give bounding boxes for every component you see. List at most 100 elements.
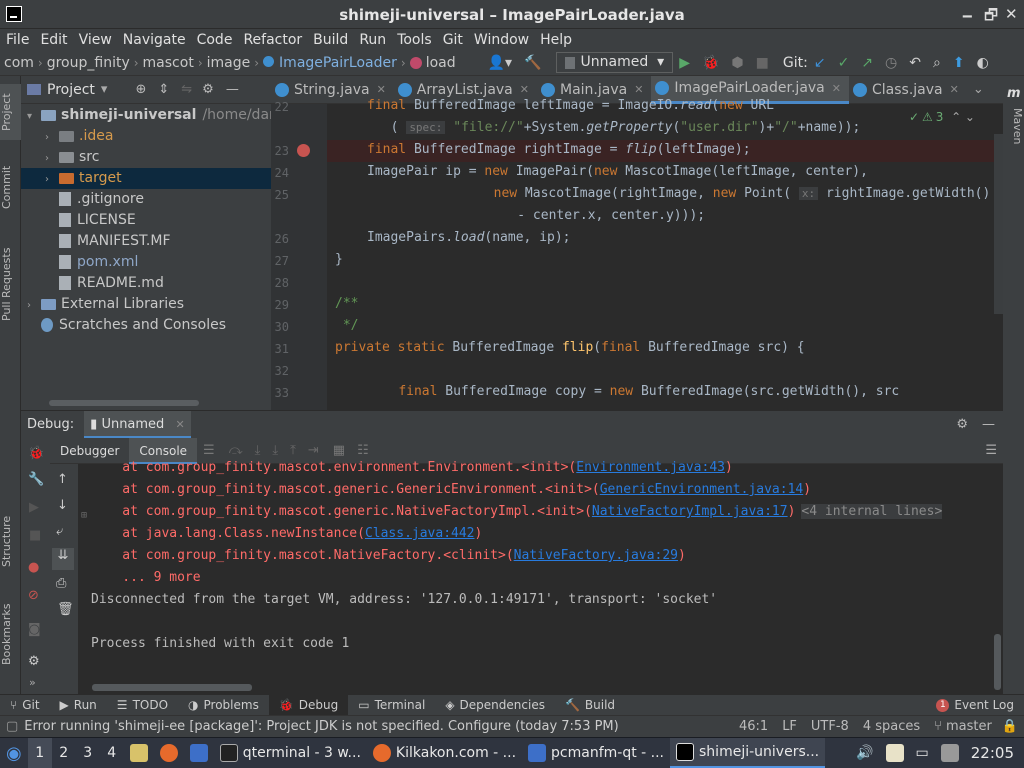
task-firefox[interactable]: Kilkakon.com - ... [367,738,522,768]
clipboard-icon[interactable] [880,738,910,768]
gear-icon[interactable]: ⚙ [202,82,214,97]
close-tab-icon[interactable]: ✕ [634,83,643,96]
tab-class-java[interactable]: Class.java ✕ [849,76,967,104]
side-tab-pull-requests[interactable]: Pull Requests [0,234,21,334]
run-icon[interactable]: ▶ [679,55,690,71]
trace-icon[interactable]: ☷ [357,443,369,458]
gear-icon[interactable]: ⚙ [956,417,968,432]
coverage-icon[interactable]: ⬢ [731,55,743,71]
soft-wrap-icon[interactable]: ⤶ [56,524,63,539]
chevron-down-icon[interactable]: ▾ [101,82,108,97]
menu-file[interactable]: File [6,32,29,48]
file-encoding[interactable]: UTF-8 [811,719,849,734]
line-separator[interactable]: LF [782,719,797,734]
side-tab-maven[interactable]: Maven [1003,104,1024,148]
project-tree-item[interactable]: › target [21,168,271,189]
breadcrumb-image[interactable]: image [207,55,251,71]
mute-breakpoints-icon[interactable]: ⊘ [28,588,39,603]
step-out-icon[interactable]: ⤒ [290,443,296,458]
menu-git[interactable]: Git [443,32,463,48]
start-menu-icon[interactable]: ◉ [0,738,28,768]
expand-arrow-icon[interactable]: › [45,148,59,169]
notification-icon[interactable] [935,738,965,768]
debug-session-tab[interactable]: ▮ Unnamed ✕ [84,410,191,439]
locate-icon[interactable]: ⊕ [135,82,146,97]
stacktrace-link[interactable]: Environment.java:43 [576,460,725,475]
volume-icon[interactable]: 🔊 [850,738,879,768]
evaluate-icon[interactable]: ▦ [333,443,345,458]
menu-tools[interactable]: Tools [397,32,432,48]
layout-icon[interactable]: ☰ [203,443,215,458]
menu-run[interactable]: Run [359,32,386,48]
status-message[interactable]: Error running 'shimeji-ee [package]': Pr… [24,719,724,734]
project-tree-item[interactable]: .gitignore [21,189,271,210]
rerun-bug-icon[interactable]: 🐞 [28,446,44,461]
step-over-icon[interactable]: ⤼ [229,443,243,458]
breadcrumb-mascot[interactable]: mascot [143,55,194,71]
view-breakpoints-icon[interactable]: ● [28,560,39,575]
tool-todo[interactable]: ☰ TODO [107,695,178,716]
close-icon[interactable]: ✕ [1005,5,1018,23]
tab-list-chevron-icon[interactable]: ⌄ [973,82,984,97]
stop-icon[interactable]: ■ [756,55,769,71]
tool-problems[interactable]: ◑ Problems [178,695,269,716]
close-tab-icon[interactable]: ✕ [520,83,529,96]
file-manager-launcher-icon[interactable] [124,738,154,768]
debug-bug-icon[interactable]: 🐞 [702,55,719,71]
project-tree-item[interactable]: pom.xml [21,252,271,273]
git-commit-icon[interactable]: ✓ [838,55,850,71]
menu-view[interactable]: View [79,32,112,48]
project-tree-item[interactable]: README.md [21,273,271,294]
stacktrace-link[interactable]: GenericEnvironment.java:14 [600,482,804,497]
workspace-2[interactable]: 2 [52,738,76,768]
breadcrumb-group-finity[interactable]: group_finity [47,55,130,71]
history-icon[interactable]: ◷ [885,55,897,71]
run-config-select[interactable]: Unnamed ▾ [555,52,674,73]
tool-git[interactable]: ⑂ Git [0,695,50,716]
tool-terminal[interactable]: ▭ Terminal [348,695,435,716]
run-to-cursor-icon[interactable]: ⇥ [308,443,319,458]
stacktrace-link[interactable]: Class.java:442 [365,526,475,541]
git-branch[interactable]: master [946,719,992,734]
pause-icon[interactable]: ■ [29,528,41,543]
console-vscrollbar[interactable] [994,634,1001,690]
collapse-icon[interactable]: ⇋ [181,82,192,97]
menu-help[interactable]: Help [540,32,572,48]
firefox-launcher-icon[interactable] [154,738,184,768]
workspace-4[interactable]: 4 [100,738,124,768]
lock-icon[interactable]: 🔒 [1002,719,1018,734]
inspection-widget[interactable]: ✓ ⚠ 3 ⌃ ⌄ [909,110,975,124]
settings-icon[interactable]: ◐ [977,55,989,71]
task-qterminal[interactable]: qterminal - 3 w... [214,738,367,768]
update-available-icon[interactable]: ⬆ [953,55,965,71]
indent-setting[interactable]: 4 spaces [863,719,920,734]
git-update-icon[interactable]: ↙ [814,55,826,71]
close-tab-icon[interactable]: ✕ [377,83,386,96]
desktop-launcher-icon[interactable] [184,738,214,768]
cursor-position[interactable]: 46:1 [739,719,768,734]
side-tab-commit[interactable]: Commit [0,158,21,216]
settings-icon[interactable]: ⚙ [28,654,40,669]
down-arrow-icon[interactable]: ↓ [57,498,68,513]
hide-icon[interactable]: — [226,82,239,97]
side-tab-project[interactable]: Project [0,84,21,140]
expand-arrow-icon[interactable]: ▾ [27,106,41,127]
tool-run[interactable]: ▶ Run [50,695,107,716]
workspace-1[interactable]: 1 [27,738,52,768]
maximize-icon[interactable]: 🗗 [984,5,998,30]
scroll-to-end-icon[interactable]: ⇊ [52,548,74,570]
project-tree-item[interactable]: ▾ shimeji-universal/home/dartz [21,105,288,127]
clear-trash-icon[interactable]: 🗑 [57,602,74,617]
project-view-select[interactable]: Project [47,82,95,98]
breadcrumb-method[interactable]: load [409,55,456,71]
expand-arrow-icon[interactable]: › [45,169,59,190]
stacktrace-link[interactable]: NativeFactoryImpl.java:17 [592,504,788,519]
code-editor[interactable]: 22 23 24 25 26 27 28 29 30 31 32 33 final BufferedI… [271,98,1003,410]
task-intellij[interactable]: shimeji-univers... [670,738,826,768]
clock[interactable]: 22:05 [965,738,1020,768]
menu-refactor[interactable]: Refactor [243,32,302,48]
git-push-icon[interactable]: ↗ [861,55,873,71]
close-tab-icon[interactable]: ✕ [950,83,959,96]
camera-icon[interactable]: ◙ [28,622,41,637]
side-tab-structure[interactable]: Structure [0,506,21,576]
